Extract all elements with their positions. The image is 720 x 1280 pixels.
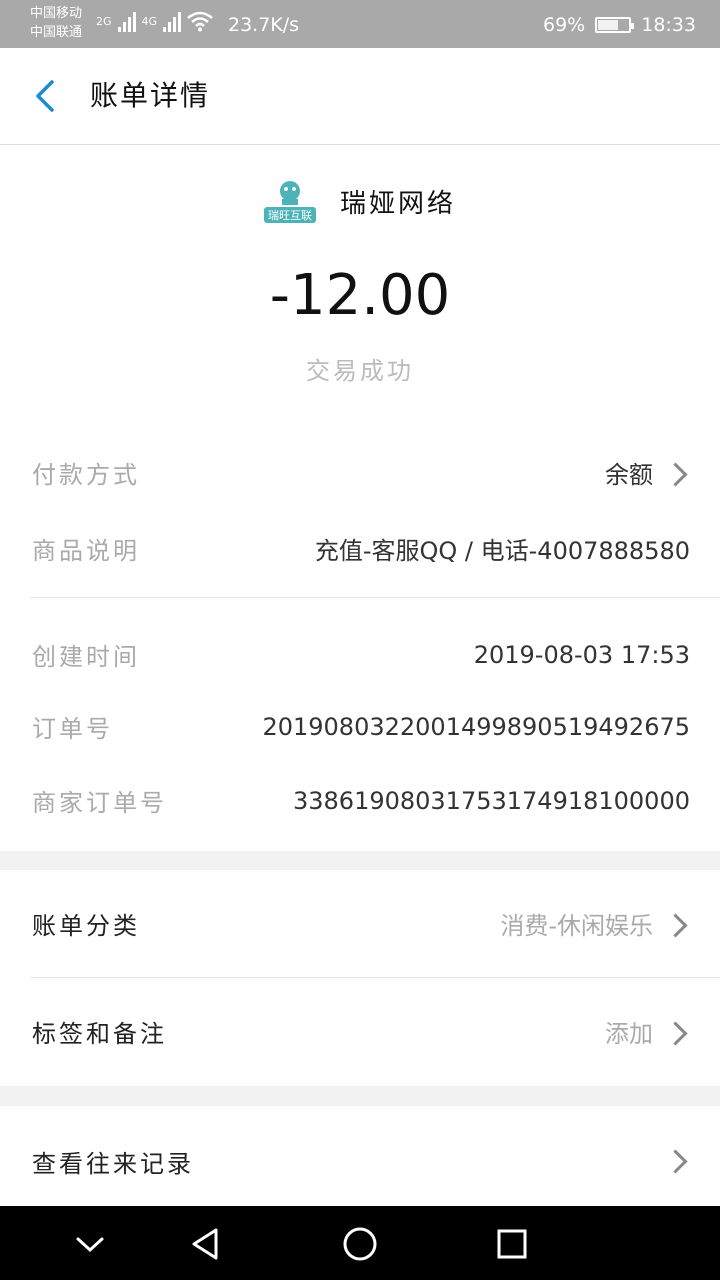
home-circle-icon[interactable] (340, 1224, 380, 1264)
logo-text: 瑞旺互联 (268, 208, 312, 222)
clock: 18:33 (641, 14, 696, 36)
app-header: 账单详情 (0, 48, 720, 145)
carrier-names: 中国移动 中国联通 (30, 4, 82, 42)
carrier-1: 中国移动 (30, 6, 83, 21)
status-right: 69% 18:33 (543, 14, 696, 36)
tags-add-text: 添加 (605, 1020, 653, 1048)
carrier-2: 中国联通 (30, 25, 83, 40)
battery-icon (595, 17, 635, 33)
tags-row[interactable]: 标签和备注 添加 (32, 1014, 690, 1049)
chevron-right-icon (663, 1148, 688, 1174)
product-desc-row: 商品说明 充值-客服QQ / 电话-4007888580 (32, 531, 690, 566)
back-arrow-icon[interactable] (28, 78, 64, 114)
divider (30, 977, 720, 978)
merchant-order-no-label: 商家订单号 (32, 789, 167, 817)
created-time-label: 创建时间 (32, 643, 140, 671)
category-row[interactable]: 账单分类 消费-休闲娱乐 (32, 906, 690, 941)
payment-method-text: 余额 (605, 461, 653, 489)
system-nav-bar (0, 1206, 720, 1280)
merchant-order-no-row: 商家订单号 33861908031753174918100000 (32, 783, 690, 818)
tags-label: 标签和备注 (32, 1020, 167, 1048)
order-no-row: 订单号 2019080322001499890519492675 (32, 709, 690, 744)
chevron-right-icon (663, 462, 688, 487)
history-chevron (653, 1148, 690, 1176)
category-value: 消费-休闲娱乐 (500, 906, 690, 941)
history-row[interactable]: 查看往来记录 (32, 1144, 690, 1179)
signal-bars-icon (117, 10, 136, 32)
product-desc-value: 充值-客服QQ / 电话-4007888580 (314, 537, 690, 565)
network-type-2: 4G (141, 14, 158, 28)
transaction-status: 交易成功 (306, 357, 414, 385)
order-no-label: 订单号 (32, 715, 113, 743)
payment-method-row[interactable]: 付款方式 余额 (32, 455, 690, 490)
network-type-1: 2G (96, 14, 112, 28)
history-card: 查看往来记录 (0, 1106, 720, 1206)
page-title: 账单详情 (90, 79, 211, 112)
merchant-order-no-value: 33861908031753174918100000 (292, 786, 690, 815)
recents-square-icon[interactable] (492, 1224, 532, 1264)
wifi-icon (187, 11, 213, 32)
order-no-value: 2019080322001499890519492675 (262, 712, 690, 741)
network-speed: 23.7K/s (228, 14, 300, 36)
back-triangle-icon[interactable] (186, 1224, 226, 1264)
battery-percent: 69% (543, 14, 586, 36)
created-time-value: 2019-08-03 17:53 (473, 640, 690, 669)
bill-summary-card: 瑞旺互联 瑞娅网络 -12.00 交易成功 付款方式 余额 商品说明 充值-客服… (0, 145, 720, 851)
created-time-row: 创建时间 2019-08-03 17:53 (32, 637, 690, 672)
status-bar: 中国移动 中国联通 2G 4G 23.7K/s 69% 18:33 (0, 0, 720, 48)
transaction-amount: -12.00 (269, 263, 451, 328)
tags-value: 添加 (605, 1014, 690, 1049)
history-label: 查看往来记录 (32, 1150, 194, 1178)
collapse-chevron-icon[interactable] (70, 1224, 110, 1264)
divider (30, 597, 720, 598)
signal-indicators: 2G 4G (96, 10, 213, 32)
product-desc-label: 商品说明 (32, 537, 140, 565)
category-label: 账单分类 (32, 912, 140, 940)
chevron-right-icon (663, 1021, 688, 1046)
category-text: 消费-休闲娱乐 (500, 912, 653, 940)
payment-method-label: 付款方式 (32, 461, 140, 489)
chevron-right-icon (663, 913, 688, 938)
payment-method-value: 余额 (605, 455, 690, 490)
merchant-logo: 瑞旺互联 (263, 181, 316, 223)
merchant-info: 瑞旺互联 瑞娅网络 (0, 177, 720, 225)
signal-bars-icon (163, 10, 182, 32)
merchant-name: 瑞娅网络 (339, 188, 456, 219)
bill-options-card: 账单分类 消费-休闲娱乐 标签和备注 添加 (0, 870, 720, 1086)
